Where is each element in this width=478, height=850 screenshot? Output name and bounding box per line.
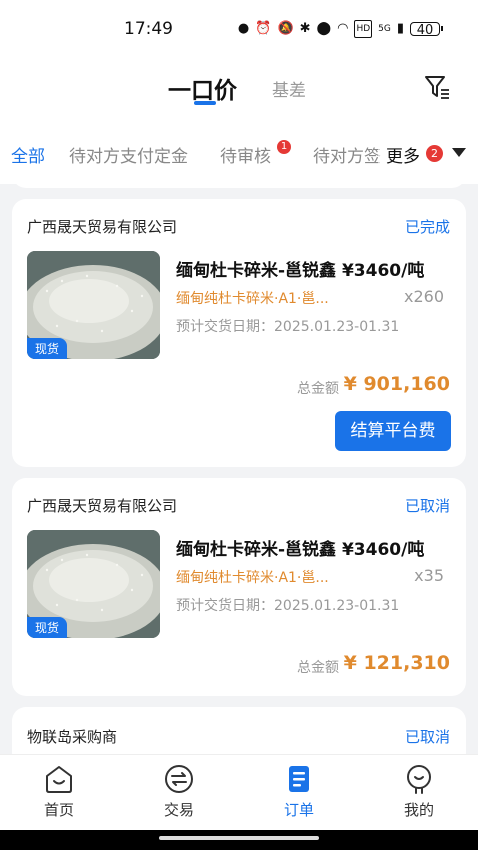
more-label: 更多 (386, 147, 420, 167)
settle-platform-fee-button[interactable]: 结算平台费 (335, 411, 451, 451)
wifi-icon: ◠ (337, 21, 349, 36)
tab-label: 我的 (403, 801, 434, 819)
more-badge: 2 (426, 145, 443, 162)
tab-trade[interactable]: 交易 (139, 763, 219, 820)
exchange-icon (165, 765, 193, 793)
spot-goods-tag: 现货 (27, 338, 68, 359)
status-bar: 17:49 ● ⏰ 🔕 ✱ ⬤ ◠ HD 5G ▮ 40 (0, 0, 478, 56)
status-icons: ● ⏰ 🔕 ✱ ⬤ ◠ HD 5G ▮ 40 (237, 20, 443, 38)
quantity: x35 (414, 566, 444, 585)
product-image: 现货 (27, 251, 160, 359)
tab-fixed-price[interactable]: 一口价 (168, 71, 237, 105)
tab-orders[interactable]: 订单 (259, 763, 339, 820)
home-icon (46, 766, 72, 793)
caret-down-icon (452, 148, 466, 157)
profile-icon (407, 765, 431, 794)
bluetooth-icon: ✱ (299, 21, 311, 36)
alarm-icon: ⏰ (255, 21, 272, 36)
system-nav-bar (0, 830, 478, 850)
quantity: x260 (403, 287, 444, 306)
order-status: 已取消 (404, 728, 450, 746)
order-icon (289, 766, 309, 792)
product-name: 缅甸杜卡碎米-邕锐鑫 ¥3460/吨 (176, 540, 425, 560)
order-card[interactable]: 广西晟天贸易有限公司 已取消 现货 缅甸杜卡碎米-邕锐鑫 ¥3460/吨 缅甸纯… (12, 478, 466, 696)
product-name: 缅甸杜卡碎米-邕锐鑫 ¥3460/吨 (176, 261, 425, 281)
filter-icon[interactable] (424, 74, 450, 100)
total-label: 总金额 (297, 381, 339, 397)
tab-label: 交易 (163, 801, 194, 819)
order-card[interactable]: 广西晟天贸易有限公司 已完成 现货 缅甸杜卡碎米-邕锐鑫 ¥3460/吨 缅甸纯… (12, 199, 466, 467)
seller-company: 物联岛采购商 (27, 728, 118, 746)
bottom-tab-bar: 首页 交易 订单 我的 (0, 754, 478, 830)
product-image: 现货 (27, 530, 160, 638)
order-status: 已取消 (404, 497, 450, 515)
seller-company: 广西晟天贸易有限公司 (27, 497, 178, 515)
total-amount: ¥ 121,310 (343, 652, 450, 674)
network-label: 5G (378, 24, 391, 34)
spot-goods-tag: 现货 (27, 617, 68, 638)
total-label: 总金额 (297, 660, 339, 676)
filter-pending-review[interactable]: 待审核 (220, 142, 271, 167)
hd-label: HD (354, 20, 373, 38)
home-gesture-bar[interactable] (159, 836, 319, 840)
battery-icon: 40 (410, 22, 443, 38)
filter-awaiting-sign[interactable]: 待对方签 (313, 142, 381, 167)
tab-label: 订单 (283, 801, 314, 819)
delivery-date: 预计交货日期：2025.01.23-01.31 (176, 598, 400, 614)
order-status: 已完成 (404, 218, 450, 236)
delivery-date: 预计交货日期：2025.01.23-01.31 (176, 319, 400, 335)
tab-label: 首页 (43, 801, 74, 819)
product-spec: 缅甸纯杜卡碎米·A1·邕... (176, 291, 329, 307)
tab-profile[interactable]: 我的 (379, 763, 459, 820)
tab-basis[interactable]: 基差 (272, 76, 306, 101)
previous-card-edge (12, 170, 466, 188)
pending-review-badge: 1 (277, 140, 291, 154)
header: 一口价 基差 (0, 56, 478, 120)
filter-all[interactable]: 全部 (11, 142, 45, 167)
product-spec: 缅甸纯杜卡碎米·A1·邕... (176, 570, 329, 586)
filter-awaiting-deposit[interactable]: 待对方支付定金 (69, 142, 188, 167)
seller-company: 广西晟天贸易有限公司 (27, 218, 178, 236)
active-tab-indicator (194, 101, 216, 105)
signal-icon: ▮ (396, 21, 404, 36)
location-icon: ⬤ (316, 21, 332, 36)
clock: 17:49 (124, 19, 173, 39)
tab-home[interactable]: 首页 (19, 763, 99, 820)
mute-bell-icon: 🔕 (277, 21, 294, 36)
drop-icon: ● (237, 21, 250, 36)
total-amount: ¥ 901,160 (343, 373, 450, 395)
